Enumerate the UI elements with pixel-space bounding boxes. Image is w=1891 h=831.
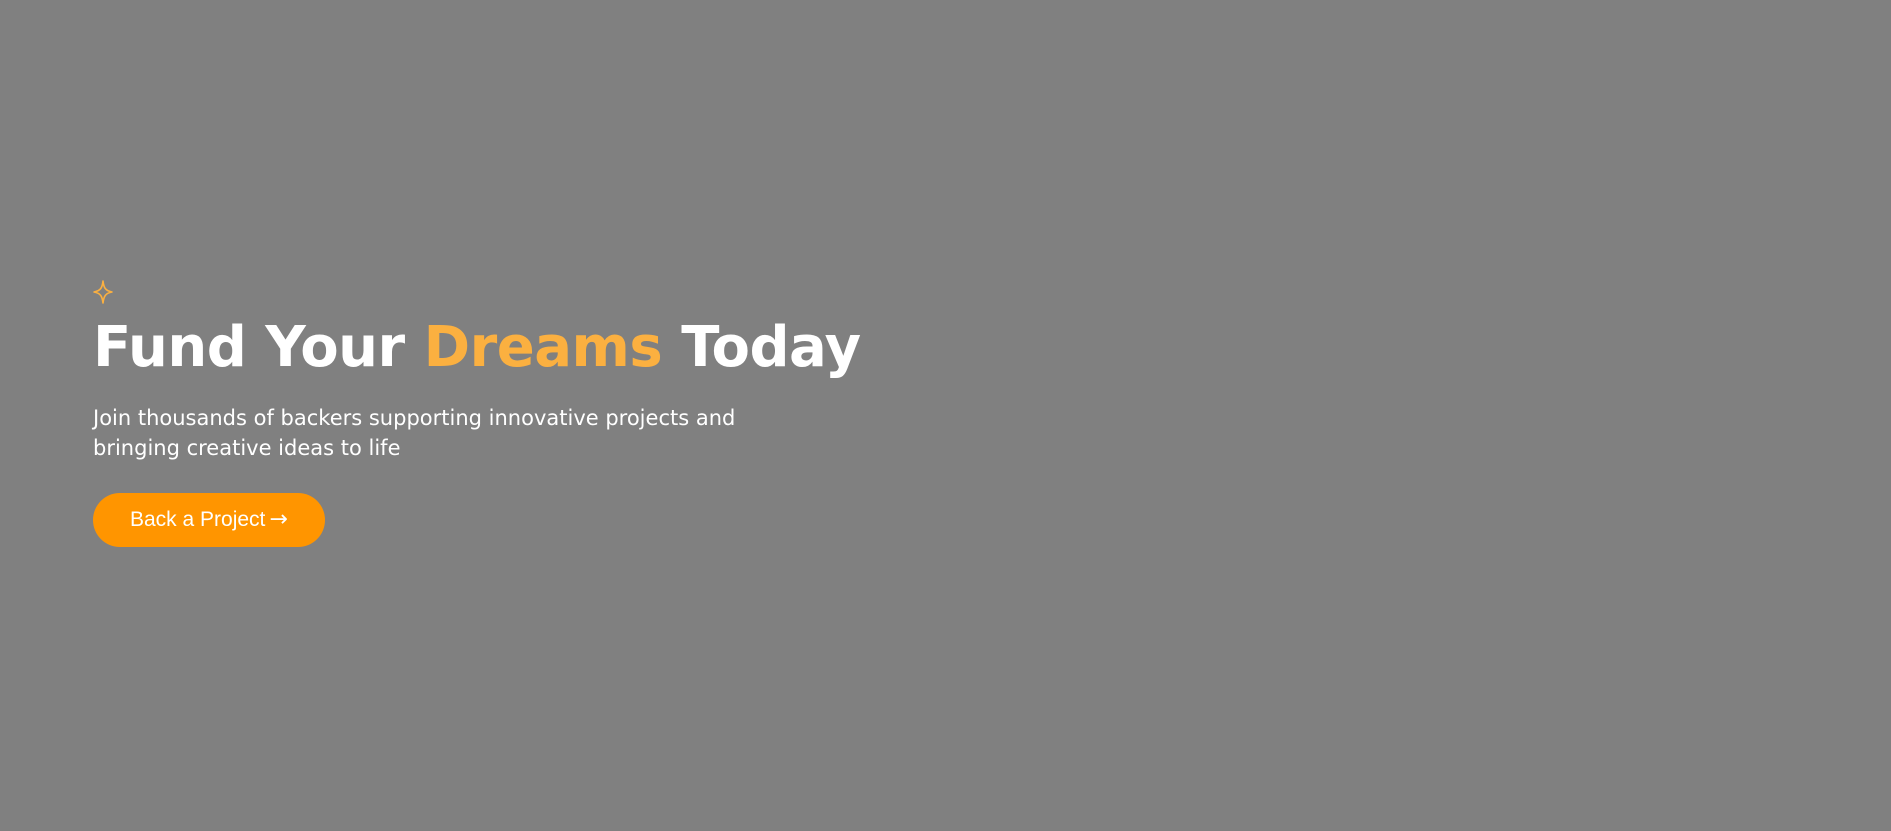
sparkle-icon xyxy=(93,280,113,304)
hero-section: Fund Your Dreams Today Join thousands of… xyxy=(0,0,1891,831)
hero-title-part2: Today xyxy=(662,315,861,380)
back-a-project-button[interactable]: Back a Project → xyxy=(93,493,325,547)
hero-subtitle: Join thousands of backers supporting inn… xyxy=(93,406,736,460)
hero-title: Fund Your Dreams Today xyxy=(93,315,861,381)
arrow-right-icon: → xyxy=(269,507,288,532)
hero-title-part1: Fund Your xyxy=(93,315,424,380)
hero-content: Fund Your Dreams Today Join thousands of… xyxy=(93,280,861,547)
back-a-project-label: Back a Project xyxy=(130,508,266,531)
hero-title-accent: Dreams xyxy=(423,315,663,380)
